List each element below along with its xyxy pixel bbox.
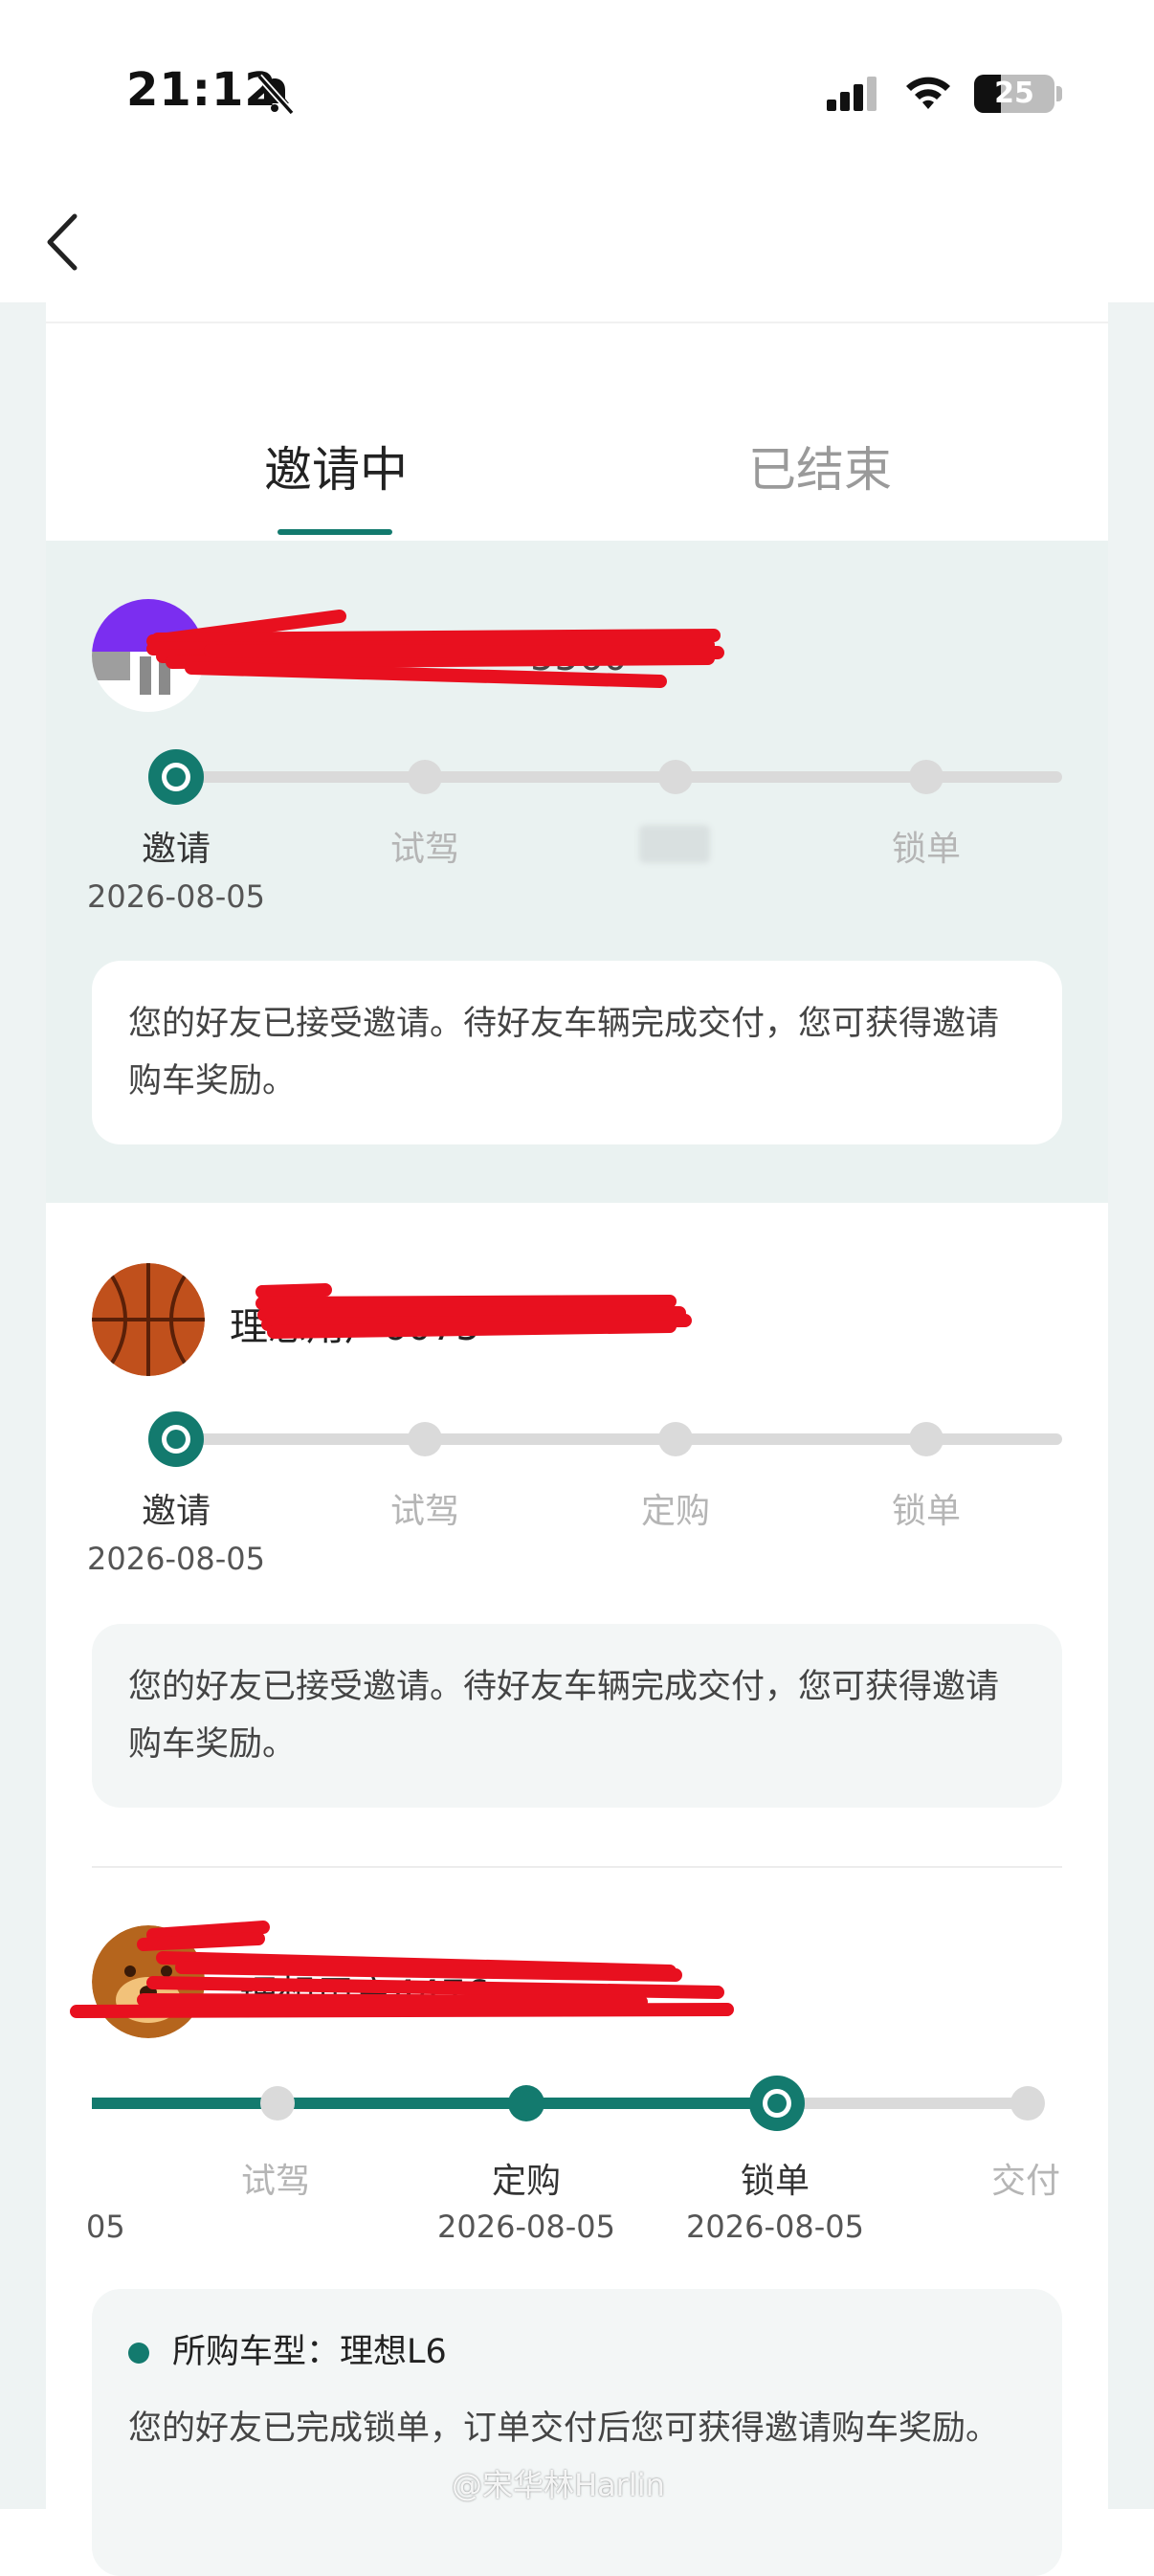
step-date-partial: 05 xyxy=(86,2209,125,2245)
progress-step-dot xyxy=(260,2086,295,2121)
car-model-row: 所购车型：理想L6 xyxy=(128,2323,1026,2381)
step-date: 2026-08-05 xyxy=(87,878,265,915)
back-chevron-icon[interactable] xyxy=(38,209,86,276)
step-label-lock-order: 锁单 xyxy=(891,1492,961,1531)
step-label-lock-order: 锁单 xyxy=(891,830,961,869)
item-divider xyxy=(92,1866,1062,1868)
tab-indicator xyxy=(277,529,392,535)
progress-track-completed xyxy=(92,2098,777,2109)
step-date: 2026-08-05 xyxy=(437,2209,615,2245)
progress-step-dot xyxy=(1010,2086,1045,2121)
progress-step-completed xyxy=(508,2085,544,2121)
status-bar: 21:12 25 xyxy=(0,0,1154,271)
battery-level: 25 xyxy=(994,77,1034,110)
invite-status-message: 您的好友已接受邀请。待好友车辆完成交付，您可获得邀请购车奖励。 xyxy=(92,961,1062,1144)
step-label-order: 定购 xyxy=(491,2162,561,2201)
cellular-signal-icon xyxy=(827,77,877,111)
step-label-lock-order: 锁单 xyxy=(740,2162,810,2201)
redaction-scribble xyxy=(70,1921,734,2018)
step-label-blurred xyxy=(639,825,710,863)
progress-step-dot xyxy=(658,1422,693,1456)
step-label-delivery: 交付 xyxy=(990,2162,1060,2201)
battery-icon: 25 xyxy=(974,75,1054,113)
step-label-test-drive: 试驾 xyxy=(389,830,459,869)
progress-step-dot xyxy=(909,1422,943,1456)
step-date: 2026-08-05 xyxy=(87,1541,265,1577)
watermark: @宋华林Harlin xyxy=(452,2467,665,2503)
invite-status-message: 您的好友已接受邀请。待好友车辆完成交付，您可获得邀请购车奖励。 xyxy=(92,1624,1062,1808)
progress-step-dot xyxy=(408,760,442,794)
avatar xyxy=(92,1263,205,1376)
progress-step-dot xyxy=(408,1422,442,1456)
progress-step-current xyxy=(749,2076,805,2131)
wifi-icon xyxy=(906,77,950,109)
order-status-card: 所购车型：理想L6 您的好友已完成锁单，订单交付后您可获得邀请购车奖励。 xyxy=(92,2289,1062,2576)
bell-muted-icon xyxy=(256,74,295,115)
card-divider xyxy=(46,322,1108,323)
battery-tip xyxy=(1056,86,1062,101)
redaction-scribble xyxy=(255,1283,692,1339)
car-model-label: 所购车型：理想L6 xyxy=(172,2333,447,2371)
progress-step-current xyxy=(148,1411,204,1467)
step-label-invite: 邀请 xyxy=(141,1492,211,1531)
step-label-test-drive: 试驾 xyxy=(389,1492,459,1531)
tab-ended[interactable]: 已结束 xyxy=(748,436,892,503)
bullet-dot xyxy=(128,2343,149,2364)
redaction-scribble xyxy=(146,610,724,688)
step-date: 2026-08-05 xyxy=(686,2209,864,2245)
progress-step-dot xyxy=(658,760,693,794)
progress-step-current xyxy=(148,749,204,805)
step-label-test-drive: 试驾 xyxy=(240,2162,310,2201)
step-label-order: 定购 xyxy=(640,1492,710,1531)
tab-inviting[interactable]: 邀请中 xyxy=(264,436,408,503)
progress-step-dot xyxy=(909,760,943,794)
step-label-invite: 邀请 xyxy=(141,830,211,869)
invite-status-message: 您的好友已完成锁单，订单交付后您可获得邀请购车奖励。 xyxy=(128,2409,1000,2448)
